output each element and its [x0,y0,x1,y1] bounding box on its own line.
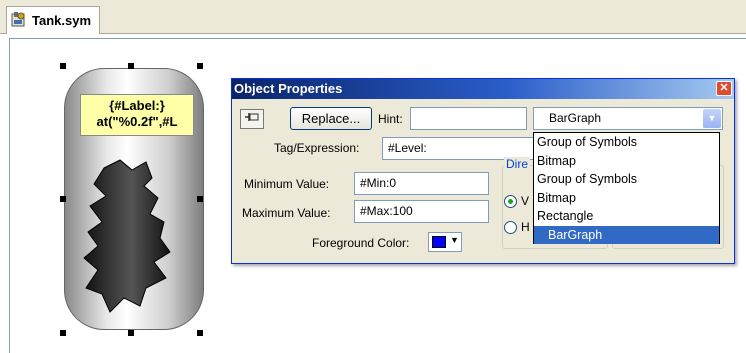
direction-group-title: Dire [504,157,531,171]
horizontal-radio[interactable] [504,221,517,234]
chevron-down-icon: ▼ [450,235,459,245]
close-button[interactable]: ✕ [716,81,732,96]
resize-handle[interactable] [128,330,134,336]
resize-handle[interactable] [60,63,66,69]
minimum-value-input[interactable]: #Min:0 [354,172,489,195]
dropdown-option[interactable]: Bitmap [534,152,719,171]
document-tab[interactable]: Tank.sym [6,6,101,34]
dropdown-option[interactable]: Rectangle [534,207,719,226]
document-tab-strip: Tank.sym [0,0,746,34]
dialog-title-bar[interactable]: Object Properties ✕ [232,79,734,99]
resize-handle[interactable] [128,63,134,69]
dropdown-option[interactable]: Group of Symbols [534,170,719,189]
hint-label: Hint: [378,112,403,126]
bargraph-object[interactable] [80,156,180,316]
foreground-color-picker[interactable]: ▼ [428,232,462,252]
tag-expression-label: Tag/Expression: [274,141,360,155]
resize-handle[interactable] [197,196,203,202]
foreground-color-label: Foreground Color: [312,236,410,250]
maximum-value-label: Maximum Value: [242,206,331,220]
pin-button[interactable] [240,109,264,129]
symbol-file-icon [11,11,27,30]
horizontal-radio-label: H [521,220,530,234]
dropdown-option[interactable]: Bitmap [534,189,719,208]
object-type-value: BarGraph [549,111,602,125]
tank-label-text[interactable]: {#Label:} at("%0.2f",#L [80,94,194,136]
document-tab-label: Tank.sym [32,13,92,28]
close-icon: ✕ [719,82,729,94]
replace-button[interactable]: Replace... [290,107,372,130]
vertical-radio[interactable] [504,195,517,208]
maximum-value-input[interactable]: #Max:100 [354,200,489,223]
resize-handle[interactable] [197,63,203,69]
chevron-down-icon[interactable]: ▼ [703,109,721,128]
dialog-title: Object Properties [234,81,343,96]
tank-label-line-1: {#Label:} [109,98,165,113]
resize-handle[interactable] [60,196,66,202]
dropdown-option[interactable]: Group of Symbols [534,133,719,152]
resize-handle[interactable] [197,330,203,336]
vertical-radio-label: V [521,194,530,208]
resize-handle[interactable] [60,330,66,336]
dropdown-option-selected[interactable]: BarGraph [534,225,719,244]
minimum-value-label: Minimum Value: [244,177,330,191]
object-type-combo[interactable]: BarGraph ▼ [533,107,723,130]
hint-input[interactable] [410,107,527,130]
pin-icon [245,113,259,121]
object-type-dropdown-list: Group of Symbols Bitmap Group of Symbols… [533,132,720,244]
color-swatch [432,236,446,248]
tank-label-line-2: at("%0.2f",#L [96,114,178,129]
